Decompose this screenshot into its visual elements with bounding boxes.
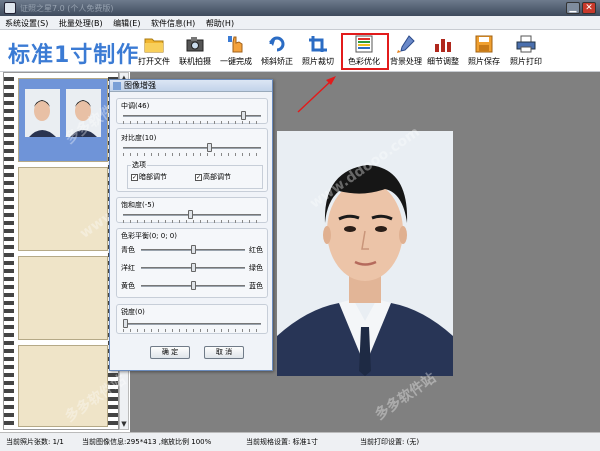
background-label: 背景处理 [390,57,422,66]
contrast-slider-thumb[interactable] [207,143,212,152]
midtone-slider-thumb[interactable] [241,111,246,120]
window-title: 证照之星7.0 (个人免费版) [20,4,114,13]
ok-button[interactable]: 确 定 [150,346,190,359]
dialog-icon [113,82,121,90]
cancel-button[interactable]: 取 消 [204,346,244,359]
camera-label: 联机拍摄 [179,57,211,66]
options-label: 选项 [131,160,147,170]
checkmark-icon: ✓ [195,173,202,181]
midtone-ticks [123,121,261,124]
contrast-label: 对比度(10) [121,134,157,142]
status-image-info: 当前图像信息:295*413 ,缩放比例 100% [82,438,212,446]
sharpness-group: 锐度(0) [116,304,268,334]
toolbar: 标准1寸制作 打开文件 联机拍摄 一键完成 倾斜矫正 照片裁切 色彩优化 背景处… [0,30,600,72]
dialog-titlebar: 图像增强 [110,80,272,92]
crop-icon [309,36,327,52]
hand-icon [228,36,243,53]
balance-red-label: 红色 [249,246,263,254]
menu-bar: 系统设置(S) 批量处理(B) 编辑(E) 软件信息(H) 帮助(H) [0,16,600,30]
menu-batch[interactable]: 批量处理(B) [54,16,106,29]
balance-cyan-red-thumb[interactable] [191,245,196,254]
balance-cyan-label: 青色 [121,246,135,254]
background-button[interactable]: 背景处理 [386,34,426,70]
open-file-button[interactable]: 打开文件 [134,34,174,70]
balance-magenta-label: 洋红 [121,264,135,272]
dialog-title: 图像增强 [124,81,156,90]
window-titlebar: 证照之星7.0 (个人免费版) ▁ ✕ [0,0,600,16]
app-icon [4,2,16,14]
midtone-label: 中调(46) [121,102,150,110]
saturation-ticks [123,220,261,223]
thumbnail-frame-empty[interactable] [18,167,108,251]
contrast-ticks [123,153,261,156]
status-spec: 当前规格设置: 标准1寸 [246,438,319,446]
status-photo-count: 当前照片张数: 1/1 [6,438,64,446]
open-file-label: 打开文件 [138,57,170,66]
save-photo-button[interactable]: 照片保存 [464,34,504,70]
color-balance-label: 色彩平衡(0; 0; 0) [121,232,177,240]
sharpness-track[interactable] [123,323,261,325]
minimize-button[interactable]: ▁ [566,2,580,14]
balance-blue-label: 蓝色 [249,282,263,290]
checkmark-icon: ✓ [131,173,138,181]
detail-icon [435,39,451,52]
dark-adjust-checkbox[interactable]: ✓ 暗部调节 [131,172,167,182]
film-holes-left [4,73,14,429]
printer-icon [516,35,536,53]
scroll-down-icon[interactable]: ▼ [120,419,128,429]
brush-icon [397,35,415,53]
camera-button[interactable]: 联机拍摄 [175,34,215,70]
balance-yellow-label: 黄色 [121,282,135,290]
crop-button[interactable]: 照片裁切 [298,34,338,70]
crop-label: 照片裁切 [302,57,334,66]
one-click-button[interactable]: 一键完成 [216,34,256,70]
status-bar: 当前照片张数: 1/1 当前图像信息:295*413 ,缩放比例 100% 当前… [0,432,600,451]
color-balance-group: 色彩平衡(0; 0; 0) 青色 红色 洋红 绿色 黄色 蓝色 [116,228,268,298]
camera-icon [186,37,204,52]
balance-green-label: 绿色 [249,264,263,272]
rotate-icon [269,36,285,52]
tilt-correct-button[interactable]: 倾斜矫正 [257,34,297,70]
tilt-correct-label: 倾斜矫正 [261,57,293,66]
contrast-group: 对比度(10) 选项 ✓ 暗部调节 ✓ 高部调节 [116,128,268,192]
print-photo-button[interactable]: 照片打印 [506,34,546,70]
saturation-group: 饱和度(-5) [116,197,268,223]
one-click-label: 一键完成 [220,57,252,66]
contrast-track[interactable] [123,147,261,149]
print-photo-label: 照片打印 [510,57,542,66]
saturation-slider-thumb[interactable] [188,210,193,219]
status-print: 当前打印设置: (无) [360,438,420,446]
sharpness-ticks [123,329,261,332]
image-enhance-dialog: 图像增强 中调(46) 对比度(10) 选项 ✓ 暗部调节 ✓ 高部调节 饱和度(-… [109,79,273,371]
detail-adjust-button[interactable]: 细节调整 [423,34,463,70]
saturation-label: 饱和度(-5) [121,201,155,209]
thumbnail-frame-empty[interactable] [18,256,108,340]
dark-adjust-label: 暗部调节 [139,173,167,181]
detail-adjust-label: 细节调整 [427,57,459,66]
sharpness-slider-thumb[interactable] [123,319,128,328]
app-title: 标准1寸制作 [8,43,140,68]
save-photo-label: 照片保存 [468,57,500,66]
light-adjust-checkbox[interactable]: ✓ 高部调节 [195,172,231,182]
close-button[interactable]: ✕ [582,2,596,14]
menu-system-settings[interactable]: 系统设置(S) [0,16,51,29]
light-adjust-label: 高部调节 [203,173,231,181]
menu-software-info[interactable]: 软件信息(H) [146,16,198,29]
sharpness-label: 锐度(0) [121,308,145,316]
save-icon [475,35,493,53]
color-optimize-highlight [341,33,389,70]
balance-magenta-green-thumb[interactable] [191,263,196,272]
menu-edit[interactable]: 编辑(E) [108,16,143,29]
midtone-group: 中调(46) [116,98,268,124]
menu-help[interactable]: 帮助(H) [201,16,237,29]
folder-icon [144,38,164,53]
balance-yellow-blue-thumb[interactable] [191,281,196,290]
